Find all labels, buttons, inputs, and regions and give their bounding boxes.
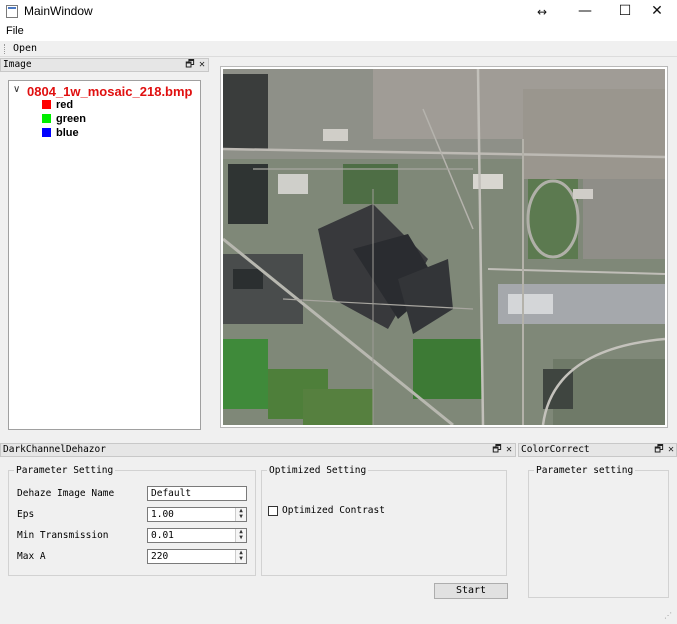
chevron-down-icon[interactable]: ∨ [13,84,20,95]
close-icon[interactable]: ✕ [666,443,676,457]
toolbar-handle[interactable] [4,44,6,54]
eps-spinbox[interactable]: 1.00 ▲ ▼ [147,507,247,522]
image-dock-title: Image [3,59,32,70]
eps-label: Eps [17,509,35,520]
min-transmission-spinbox[interactable]: 0.01 ▲ ▼ [147,528,247,543]
colorcorrect-dock-title: ColorCorrect [521,444,590,455]
start-button[interactable]: Start [434,583,508,599]
close-icon[interactable]: ✕ [504,443,514,457]
float-icon[interactable]: 🗗 [654,443,664,457]
image-dock-titlebar[interactable]: Image 🗗 ✕ [0,58,209,72]
dehazor-dock-titlebar[interactable]: DarkChannelDehazor 🗗 ✕ [0,443,516,457]
close-button[interactable]: ✕ [637,0,677,24]
tree-item-red[interactable]: red [42,99,73,113]
menu-bar: File [0,24,677,41]
dehaze-image-name-input[interactable]: Default [147,486,247,501]
app-icon [6,5,18,18]
spin-arrows-icon[interactable]: ▲ ▼ [235,550,246,563]
green-swatch-icon [42,114,51,123]
min-transmission-label: Min Transmission [17,530,109,541]
red-swatch-icon [42,100,51,109]
blue-swatch-icon [42,128,51,137]
max-a-spinbox[interactable]: 220 ▲ ▼ [147,549,247,564]
image-tree[interactable]: ∨ 0804_1w_mosaic_218.bmp red green blue [8,80,201,430]
spin-arrows-icon[interactable]: ▲ ▼ [235,508,246,521]
image-view[interactable] [220,66,668,428]
dehazor-dock-title: DarkChannelDehazor [3,444,106,455]
size-grip-icon[interactable]: ⋰ [664,612,674,622]
title-bar: MainWindow ↔ — ☐ ✕ [0,0,677,24]
dehaze-image-name-label: Dehaze Image Name [17,488,115,499]
close-icon[interactable]: ✕ [197,58,207,72]
float-icon[interactable]: 🗗 [492,443,502,457]
min-transmission-value: 0.01 [151,530,174,541]
colorcorrect-dock-titlebar[interactable]: ColorCorrect 🗗 ✕ [518,443,677,457]
eps-value: 1.00 [151,509,174,520]
menu-file[interactable]: File [6,25,24,37]
optimized-setting-group [261,470,507,576]
toolbar: Open [0,41,677,57]
tree-item-blue[interactable]: blue [42,127,79,141]
minimize-button[interactable]: — [565,0,605,24]
spin-arrows-icon[interactable]: ▲ ▼ [235,529,246,542]
window-title: MainWindow [24,4,93,18]
optimized-contrast-label[interactable]: Optimized Contrast [282,505,385,516]
max-a-value: 220 [151,551,169,562]
max-a-label: Max A [17,551,46,562]
colorcorrect-parameter-group [528,470,669,598]
tree-root-item[interactable]: 0804_1w_mosaic_218.bmp [27,84,193,99]
float-icon[interactable]: 🗗 [185,58,195,72]
parameter-setting-label: Parameter Setting [14,465,116,476]
optimized-contrast-checkbox[interactable] [268,506,278,516]
resize-icon: ↔ [536,5,548,19]
colorcorrect-parameter-label: Parameter setting [534,465,636,476]
tree-item-green[interactable]: green [42,113,86,127]
optimized-setting-label: Optimized Setting [267,465,369,476]
open-button[interactable]: Open [13,43,37,54]
satellite-image [223,69,665,425]
